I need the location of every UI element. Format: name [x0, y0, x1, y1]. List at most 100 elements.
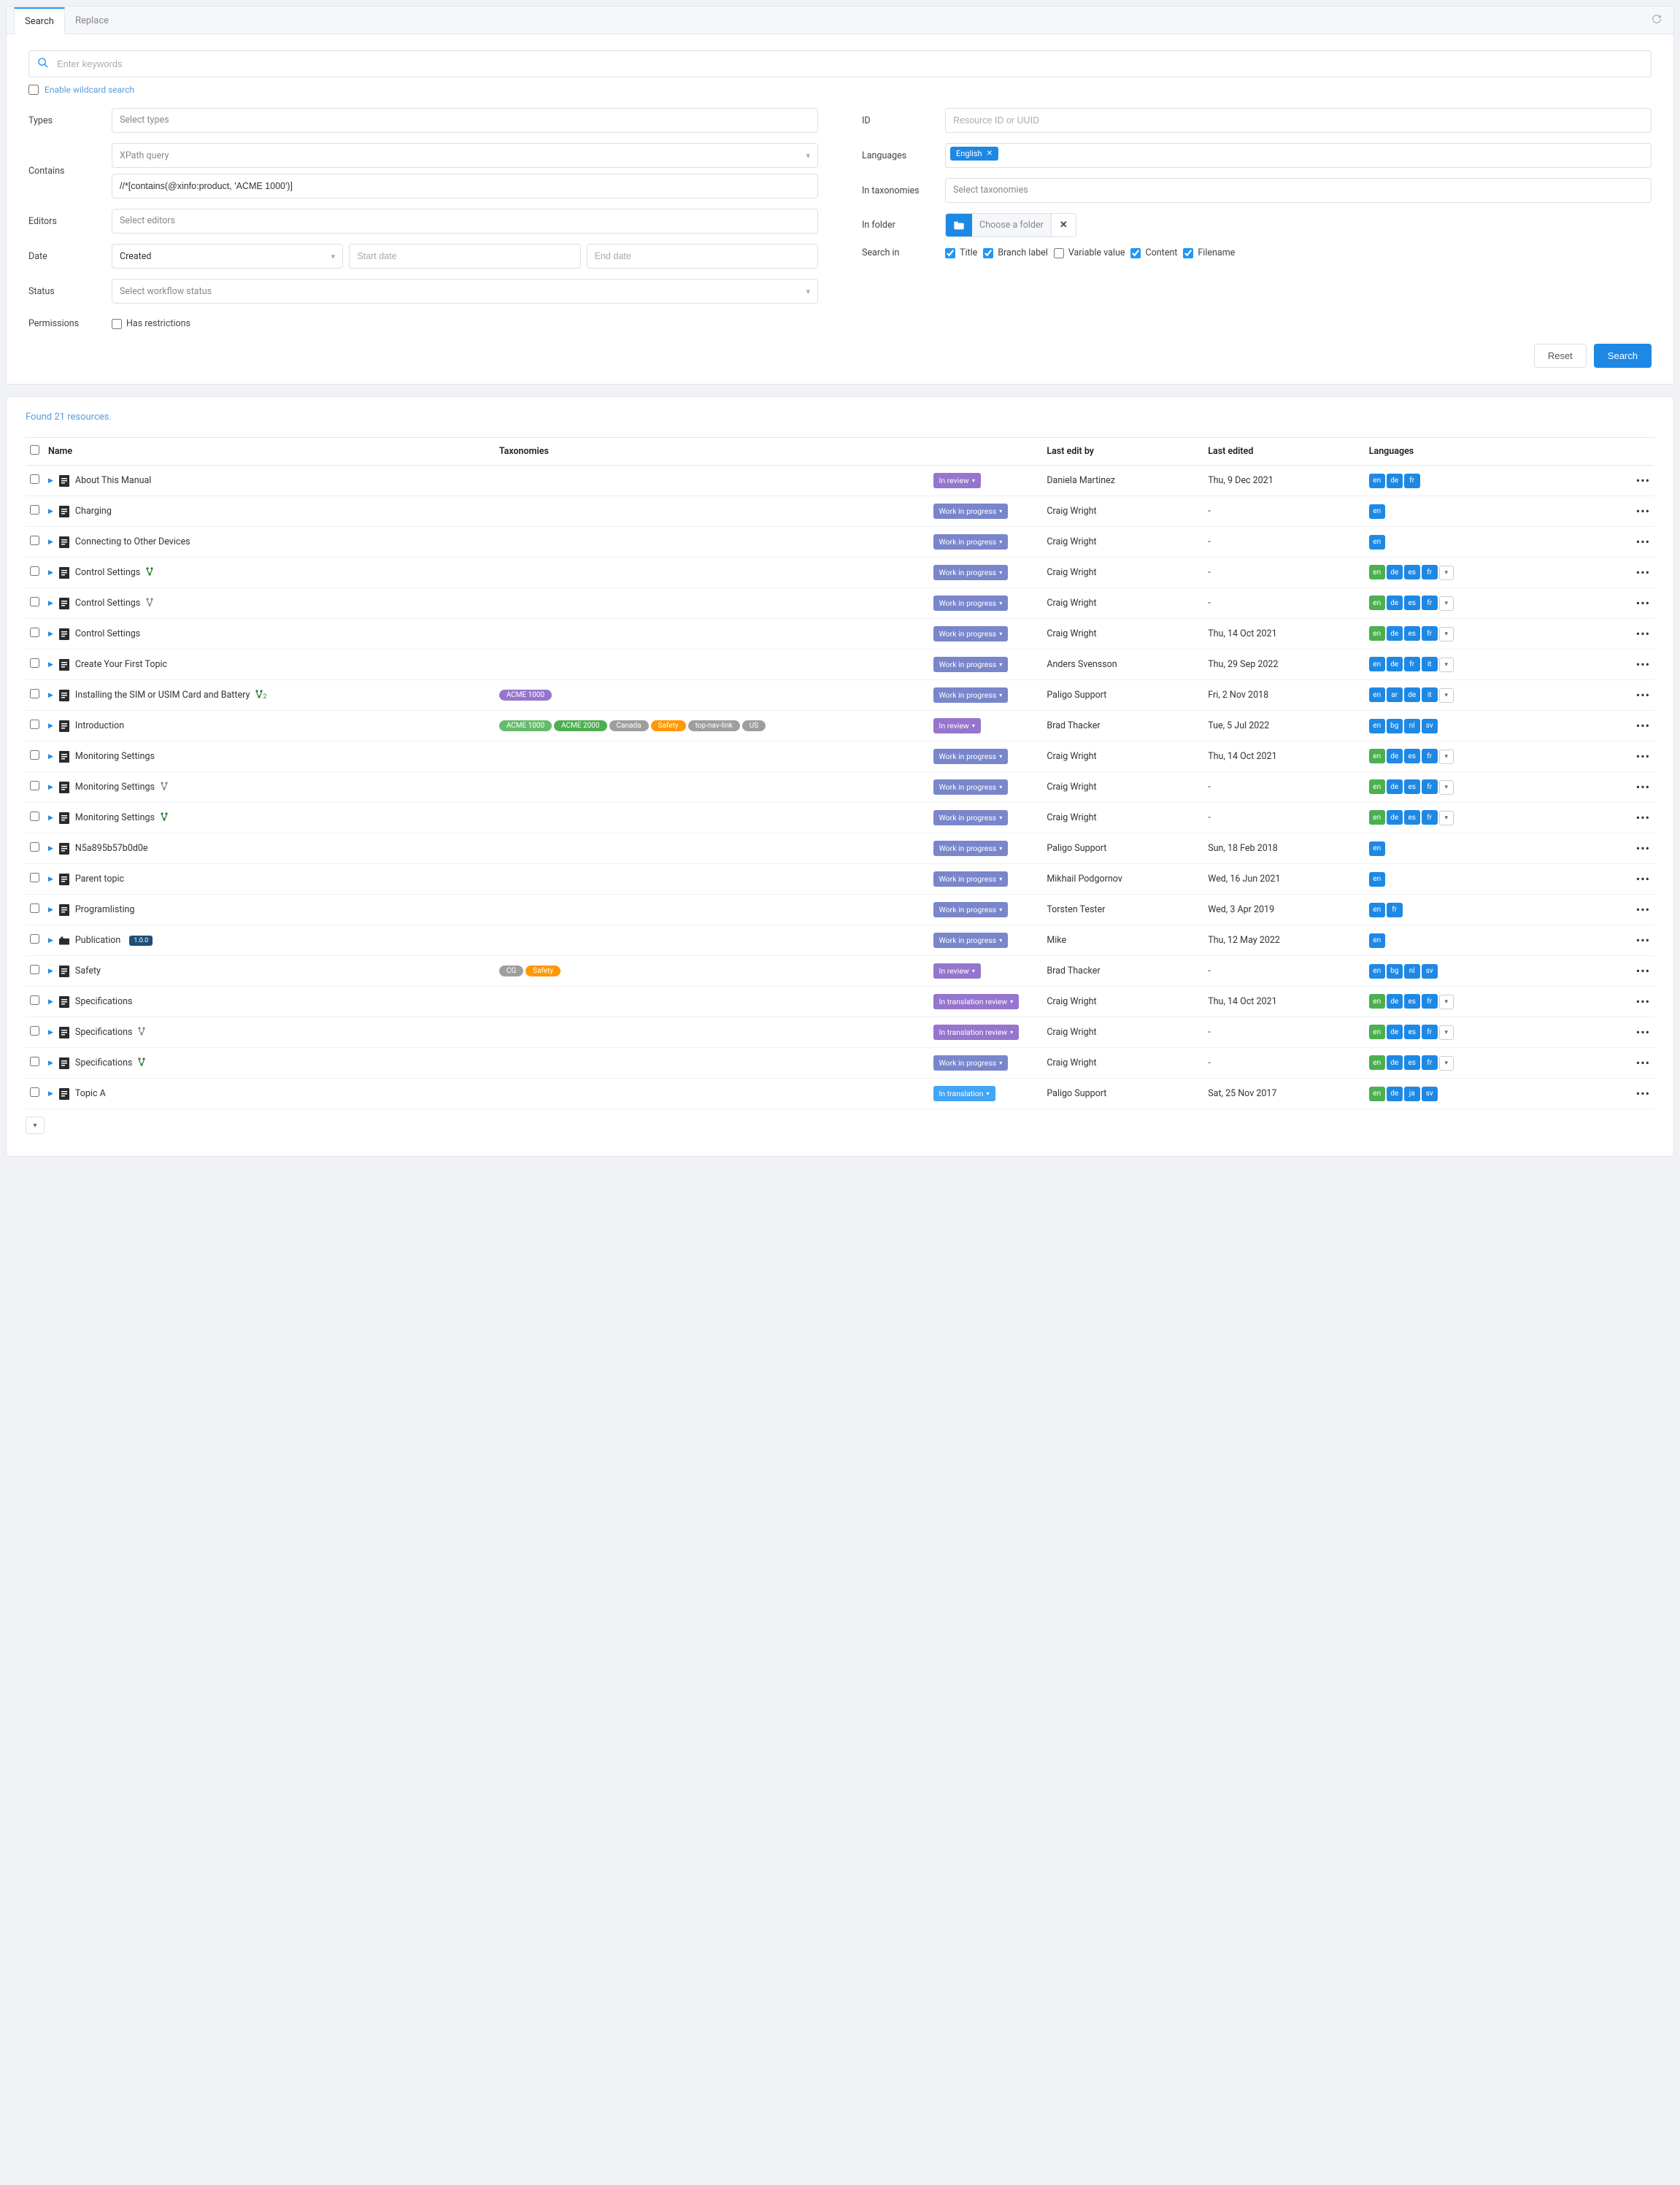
language-badge[interactable]: de: [1387, 657, 1403, 671]
row-checkbox[interactable]: [30, 474, 39, 484]
language-badge[interactable]: fr: [1422, 994, 1438, 1009]
language-tag[interactable]: English ✕: [950, 147, 998, 161]
workflow-badge[interactable]: Work in progress▾: [933, 1055, 1009, 1071]
row-name[interactable]: Create Your First Topic: [75, 659, 167, 670]
taxonomy-tag[interactable]: CG: [499, 966, 523, 976]
row-checkbox[interactable]: [30, 934, 39, 944]
language-badge[interactable]: nl: [1404, 964, 1420, 979]
searchin-content-checkbox[interactable]: [1130, 248, 1141, 258]
language-badge[interactable]: es: [1404, 596, 1420, 610]
expand-icon[interactable]: ▶: [48, 968, 53, 975]
types-select[interactable]: Select types: [112, 108, 818, 133]
taxonomy-tag[interactable]: Canada: [609, 720, 649, 731]
language-badge[interactable]: es: [1404, 994, 1420, 1009]
more-languages-icon[interactable]: ▾: [1439, 1056, 1454, 1071]
language-badge[interactable]: nl: [1404, 719, 1420, 733]
row-name[interactable]: Safety: [75, 966, 101, 976]
language-badge[interactable]: de: [1387, 779, 1403, 794]
row-name[interactable]: Introduction: [75, 720, 124, 731]
row-name[interactable]: About This Manual: [75, 475, 151, 486]
end-date-input[interactable]: [587, 244, 818, 269]
row-actions-menu[interactable]: •••: [1574, 680, 1654, 711]
row-name[interactable]: Parent topic: [75, 874, 124, 885]
language-badge[interactable]: de: [1387, 596, 1403, 610]
workflow-badge[interactable]: Work in progress▾: [933, 687, 1009, 703]
language-badge[interactable]: en: [1369, 535, 1385, 550]
taxonomy-tag[interactable]: ACME 2000: [554, 720, 606, 731]
workflow-badge[interactable]: In translation review▾: [933, 994, 1020, 1009]
row-checkbox[interactable]: [30, 812, 39, 821]
row-actions-menu[interactable]: •••: [1574, 650, 1654, 680]
search-button[interactable]: Search: [1594, 344, 1652, 368]
languages-select[interactable]: English ✕: [945, 143, 1652, 168]
clear-folder-icon[interactable]: ✕: [1051, 214, 1076, 236]
row-actions-menu[interactable]: •••: [1574, 956, 1654, 987]
row-name[interactable]: Specifications: [75, 1027, 133, 1038]
workflow-badge[interactable]: Work in progress▾: [933, 902, 1009, 917]
row-checkbox[interactable]: [30, 903, 39, 913]
row-checkbox[interactable]: [30, 873, 39, 882]
xpath-input[interactable]: [112, 174, 818, 199]
row-name[interactable]: Connecting to Other Devices: [75, 536, 190, 547]
workflow-badge[interactable]: Work in progress▾: [933, 749, 1009, 764]
language-badge[interactable]: fr: [1422, 626, 1438, 641]
workflow-badge[interactable]: Work in progress▾: [933, 626, 1009, 641]
searchin-title-checkbox[interactable]: [945, 248, 955, 258]
language-badge[interactable]: fr: [1422, 779, 1438, 794]
workflow-badge[interactable]: In review▾: [933, 963, 981, 979]
row-name[interactable]: Programlisting: [75, 904, 134, 915]
workflow-badge[interactable]: Work in progress▾: [933, 810, 1009, 825]
row-checkbox[interactable]: [30, 658, 39, 668]
more-languages-icon[interactable]: ▾: [1439, 627, 1454, 641]
language-badge[interactable]: de: [1387, 1055, 1403, 1070]
expand-icon[interactable]: ▶: [48, 784, 53, 791]
row-name[interactable]: Topic A: [75, 1088, 106, 1099]
language-badge[interactable]: es: [1404, 1025, 1420, 1039]
language-badge[interactable]: en: [1369, 933, 1385, 948]
keyword-input[interactable]: [28, 50, 1652, 77]
language-badge[interactable]: en: [1369, 841, 1385, 856]
language-badge[interactable]: en: [1369, 994, 1385, 1009]
row-checkbox[interactable]: [30, 536, 39, 545]
language-badge[interactable]: es: [1404, 749, 1420, 763]
remove-tag-icon[interactable]: ✕: [987, 150, 993, 158]
select-all-checkbox[interactable]: [30, 445, 39, 455]
language-badge[interactable]: en: [1369, 964, 1385, 979]
language-badge[interactable]: en: [1369, 626, 1385, 641]
language-badge[interactable]: en: [1369, 657, 1385, 671]
workflow-badge[interactable]: In translation▾: [933, 1086, 995, 1101]
language-badge[interactable]: es: [1404, 810, 1420, 825]
workflow-badge[interactable]: Work in progress▾: [933, 841, 1009, 856]
row-checkbox[interactable]: [30, 842, 39, 852]
row-actions-menu[interactable]: •••: [1574, 987, 1654, 1017]
row-checkbox[interactable]: [30, 505, 39, 515]
reset-button[interactable]: Reset: [1534, 344, 1587, 368]
row-actions-menu[interactable]: •••: [1574, 496, 1654, 527]
row-actions-menu[interactable]: •••: [1574, 619, 1654, 650]
row-actions-menu[interactable]: •••: [1574, 588, 1654, 619]
language-badge[interactable]: es: [1404, 565, 1420, 579]
row-actions-menu[interactable]: •••: [1574, 864, 1654, 895]
more-languages-icon[interactable]: ▾: [1439, 780, 1454, 795]
row-checkbox[interactable]: [30, 1087, 39, 1097]
workflow-badge[interactable]: Work in progress▾: [933, 871, 1009, 887]
expand-icon[interactable]: ▶: [48, 876, 53, 883]
row-checkbox[interactable]: [30, 995, 39, 1005]
row-checkbox[interactable]: [30, 965, 39, 974]
row-actions-menu[interactable]: •••: [1574, 925, 1654, 956]
language-badge[interactable]: en: [1369, 719, 1385, 733]
language-badge[interactable]: es: [1404, 626, 1420, 641]
row-actions-menu[interactable]: •••: [1574, 803, 1654, 833]
language-badge[interactable]: es: [1404, 779, 1420, 794]
language-badge[interactable]: en: [1369, 474, 1385, 488]
more-languages-icon[interactable]: ▾: [1439, 1025, 1454, 1040]
expand-icon[interactable]: ▶: [48, 1090, 53, 1098]
folder-picker[interactable]: Choose a folder ✕: [945, 213, 1076, 237]
row-actions-menu[interactable]: •••: [1574, 1079, 1654, 1109]
language-badge[interactable]: en: [1369, 565, 1385, 579]
expand-icon[interactable]: ▶: [48, 631, 53, 638]
status-select[interactable]: Select workflow status ▾: [112, 279, 818, 304]
language-badge[interactable]: de: [1387, 749, 1403, 763]
language-badge[interactable]: ja: [1404, 1087, 1420, 1101]
id-input[interactable]: [945, 108, 1652, 133]
